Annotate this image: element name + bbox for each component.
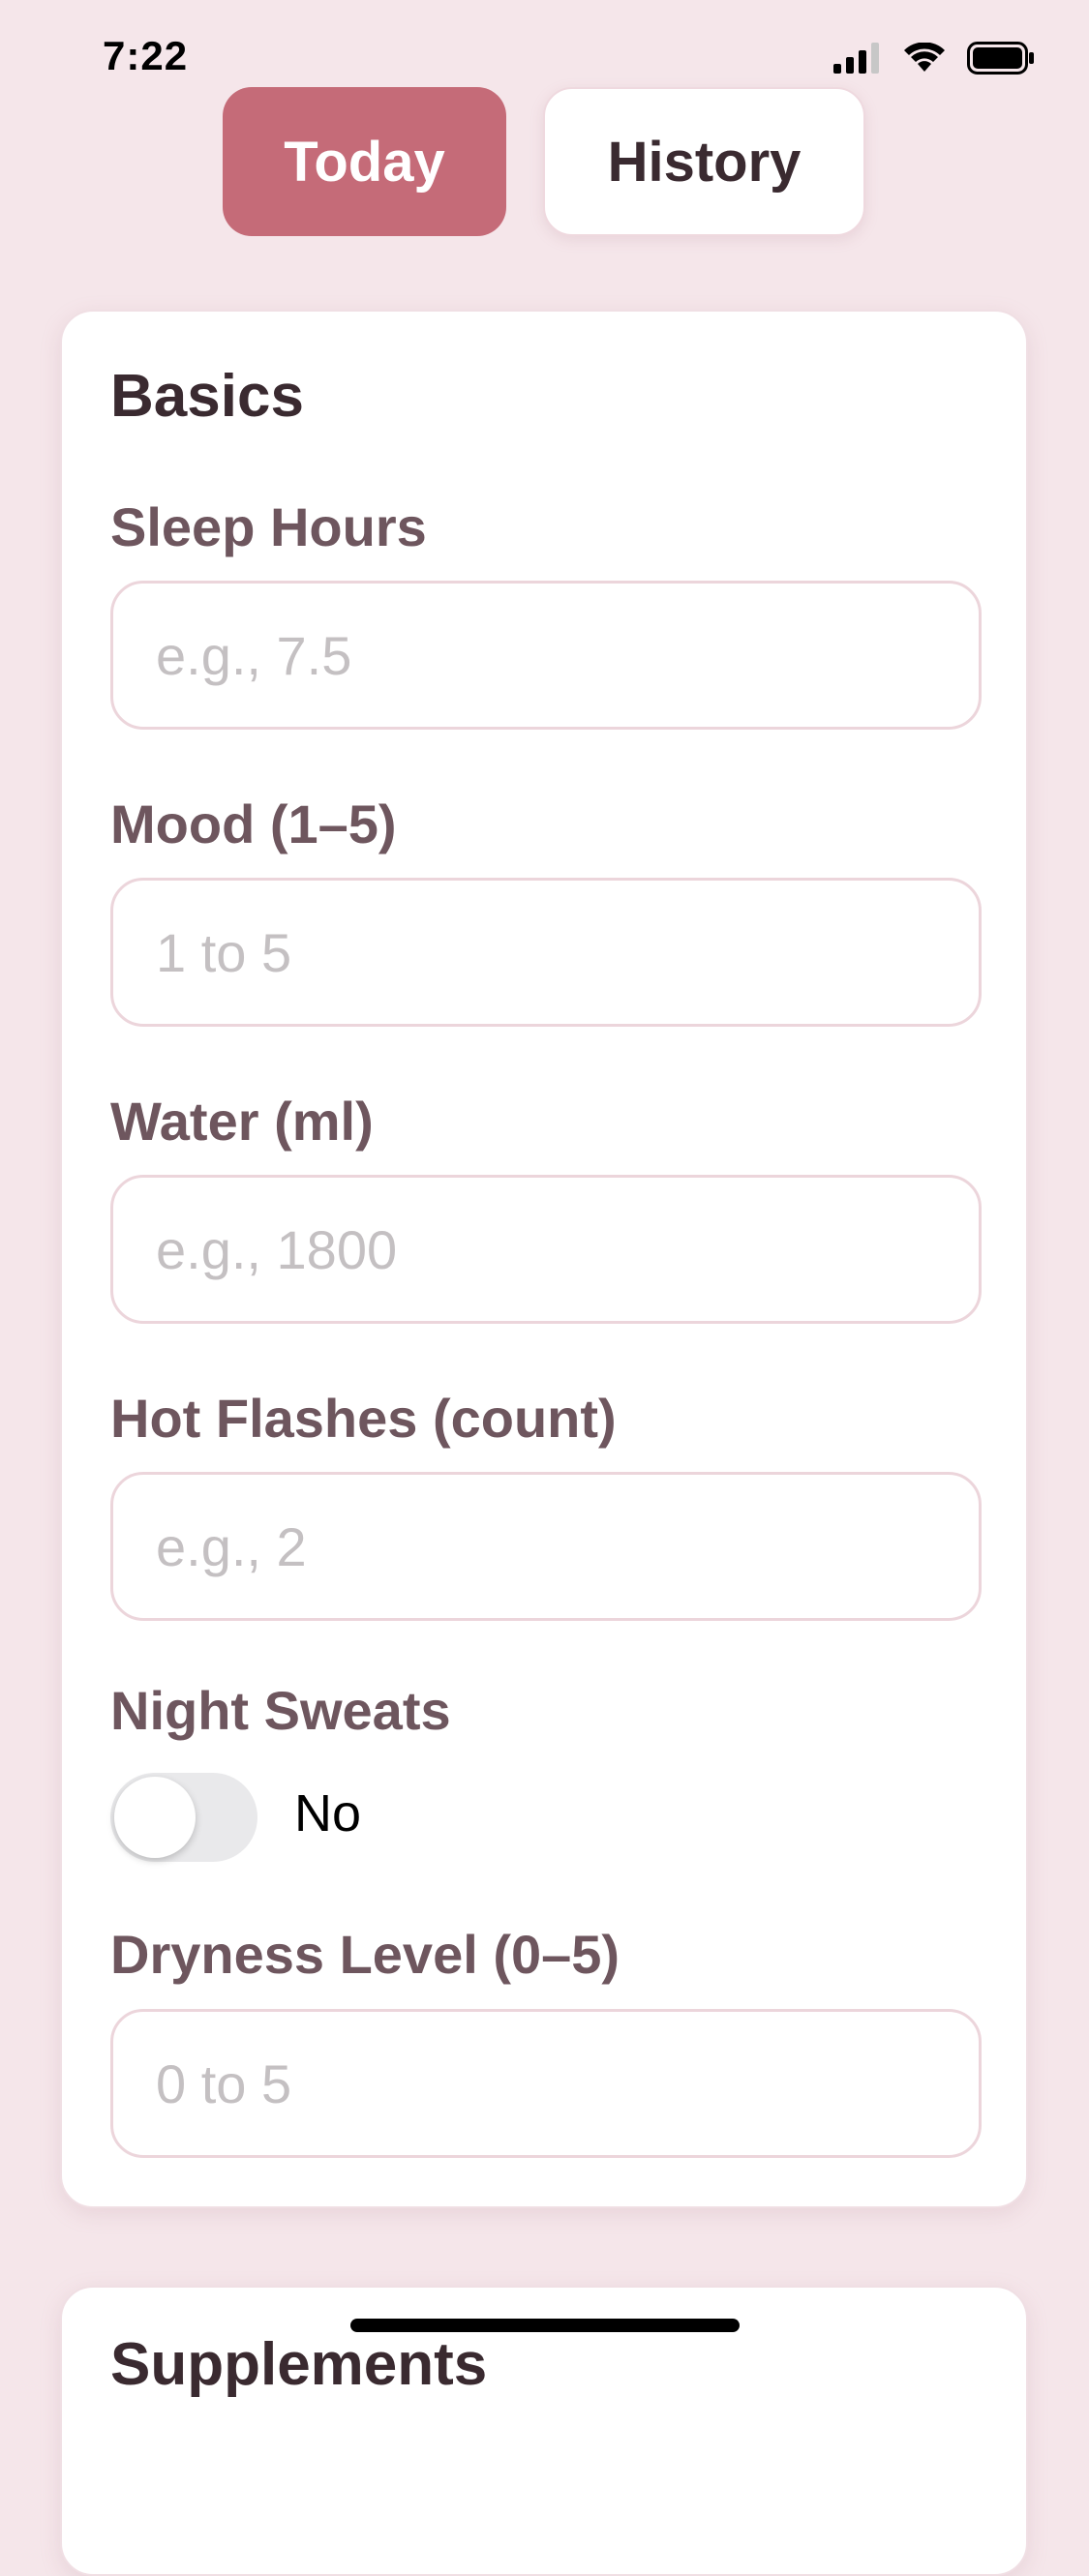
water-label: Water (ml) xyxy=(110,1091,374,1152)
night-sweats-label: Night Sweats xyxy=(110,1680,451,1741)
wifi-icon xyxy=(904,43,945,72)
dryness-level-input[interactable]: 0 to 5 xyxy=(110,2009,982,2158)
night-sweats-value: No xyxy=(294,1784,362,1842)
dryness-level-label: Dryness Level (0–5) xyxy=(110,1924,620,1985)
home-indicator[interactable] xyxy=(350,2319,740,2332)
status-time: 7:22 xyxy=(103,33,189,78)
hot-flashes-label: Hot Flashes (count) xyxy=(110,1388,617,1449)
basics-title: Basics xyxy=(110,363,304,430)
cellular-signal-icon xyxy=(833,43,879,74)
supplements-title: Supplements xyxy=(110,2331,488,2398)
mood-label: Mood (1–5) xyxy=(110,794,397,854)
tab-today[interactable]: Today xyxy=(223,87,506,236)
night-sweats-toggle[interactable] xyxy=(110,1773,257,1862)
basics-card: Basics Sleep Hours e.g., 7.5 Mood (1–5) … xyxy=(60,310,1028,2208)
tab-history[interactable]: History xyxy=(543,87,865,236)
sleep-hours-label: Sleep Hours xyxy=(110,496,427,557)
toggle-knob xyxy=(114,1777,196,1858)
water-input[interactable]: e.g., 1800 xyxy=(110,1175,982,1324)
status-icons xyxy=(833,39,1035,77)
mood-input[interactable]: 1 to 5 xyxy=(110,878,982,1027)
sleep-hours-input[interactable]: e.g., 7.5 xyxy=(110,581,982,730)
status-bar: 7:22 xyxy=(0,0,1089,116)
battery-icon xyxy=(967,42,1034,75)
hot-flashes-input[interactable]: e.g., 2 xyxy=(110,1472,982,1621)
